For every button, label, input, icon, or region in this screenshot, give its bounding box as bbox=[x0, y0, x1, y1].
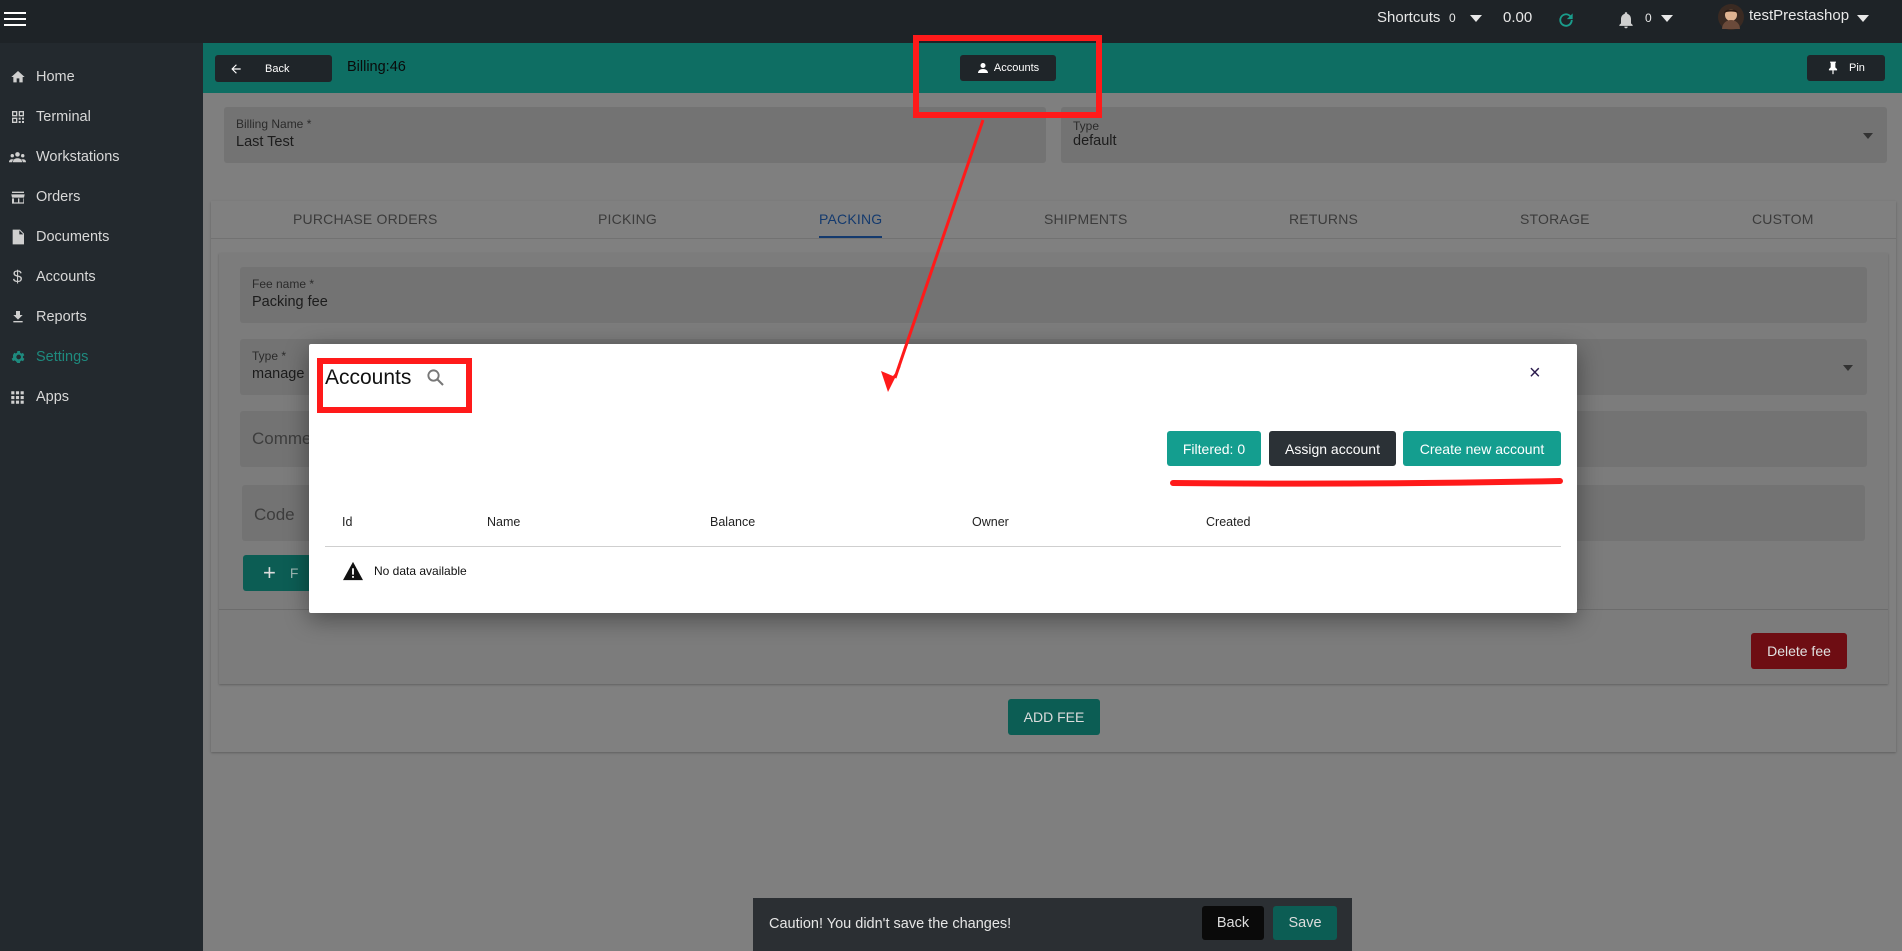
sidebar-item-label: Reports bbox=[36, 309, 87, 325]
shortcuts-label[interactable]: Shortcuts bbox=[1377, 0, 1440, 36]
create-account-button[interactable]: Create new account bbox=[1403, 431, 1561, 466]
gear-icon bbox=[9, 349, 26, 366]
pin-icon bbox=[1827, 61, 1839, 75]
tab-packing[interactable]: PACKING bbox=[819, 201, 883, 238]
pin-button[interactable]: Pin bbox=[1807, 55, 1885, 81]
chevron-down-icon[interactable] bbox=[1661, 0, 1673, 36]
delete-fee-button[interactable]: Delete fee bbox=[1751, 633, 1847, 669]
column-header-owner[interactable]: Owner bbox=[972, 515, 1009, 529]
annotation-box-modal-title bbox=[317, 358, 472, 413]
sidebar: Home Terminal Workstations Orders Docume… bbox=[0, 43, 203, 951]
column-header-balance[interactable]: Balance bbox=[710, 515, 755, 529]
dollar-icon: $ bbox=[12, 267, 23, 286]
column-header-name[interactable]: Name bbox=[487, 515, 520, 529]
warning-icon bbox=[342, 561, 364, 581]
tab-returns[interactable]: RETURNS bbox=[1289, 201, 1358, 238]
sidebar-item-orders[interactable]: Orders bbox=[0, 179, 203, 215]
plus-icon: + bbox=[263, 560, 276, 585]
caution-save-button[interactable]: Save bbox=[1273, 906, 1337, 940]
sidebar-item-label: Settings bbox=[36, 349, 89, 365]
sidebar-item-label: Apps bbox=[36, 389, 70, 405]
tab-purchase-orders[interactable]: PURCHASE ORDERS bbox=[293, 201, 438, 238]
sidebar-item-documents[interactable]: Documents bbox=[0, 219, 203, 255]
home-icon bbox=[9, 69, 26, 86]
avatar[interactable] bbox=[1717, 3, 1745, 31]
column-header-created[interactable]: Created bbox=[1206, 515, 1250, 529]
sidebar-item-label: Home bbox=[36, 69, 75, 85]
chevron-down-icon[interactable] bbox=[1857, 0, 1869, 36]
sidebar-item-label: Accounts bbox=[36, 269, 96, 285]
assign-account-button[interactable]: Assign account bbox=[1269, 431, 1396, 466]
balance-value: 0.00 bbox=[1503, 9, 1533, 26]
chevron-down-icon bbox=[1843, 365, 1853, 371]
chevron-down-icon bbox=[1863, 133, 1873, 139]
sidebar-item-label: Terminal bbox=[36, 109, 91, 125]
empty-state-text: No data available bbox=[374, 564, 467, 578]
arrow-left-icon bbox=[229, 62, 243, 76]
group-icon bbox=[9, 149, 26, 166]
sidebar-item-terminal[interactable]: Terminal bbox=[0, 99, 203, 135]
tab-custom[interactable]: CUSTOM bbox=[1752, 201, 1814, 238]
tab-picking[interactable]: PICKING bbox=[598, 201, 657, 238]
accounts-modal: Accounts × Filtered: 0 Assign account Cr… bbox=[309, 344, 1577, 613]
sidebar-item-reports[interactable]: Reports bbox=[0, 299, 203, 335]
sidebar-item-label: Workstations bbox=[36, 149, 120, 165]
add-code-button[interactable]: + F bbox=[243, 555, 313, 591]
menu-icon[interactable] bbox=[4, 8, 26, 30]
fee-name-field[interactable]: Fee name * Packing fee bbox=[240, 267, 1867, 323]
sidebar-item-label: Documents bbox=[36, 229, 110, 245]
chevron-down-icon[interactable] bbox=[1470, 0, 1482, 36]
page-title: Billing:46 bbox=[347, 59, 406, 75]
bell-icon[interactable] bbox=[1616, 8, 1636, 30]
tab-shipments[interactable]: SHIPMENTS bbox=[1044, 201, 1127, 238]
billing-type-select[interactable]: Type default bbox=[1061, 107, 1887, 163]
sidebar-item-apps[interactable]: Apps bbox=[0, 379, 203, 415]
filtered-button[interactable]: Filtered: 0 bbox=[1167, 431, 1261, 466]
store-icon bbox=[9, 189, 26, 206]
column-header-id[interactable]: Id bbox=[342, 515, 352, 529]
sidebar-item-accounts[interactable]: $ Accounts bbox=[0, 259, 203, 295]
tab-storage[interactable]: STORAGE bbox=[1520, 201, 1590, 238]
back-button[interactable]: Back bbox=[215, 55, 332, 82]
shortcuts-count: 0 bbox=[1449, 11, 1456, 25]
qr-code-icon bbox=[9, 109, 26, 126]
caution-back-button[interactable]: Back bbox=[1202, 906, 1264, 940]
tab-bar: PURCHASE ORDERS PICKING PACKING SHIPMENT… bbox=[211, 201, 1896, 239]
refresh-icon[interactable] bbox=[1556, 8, 1576, 28]
table-divider bbox=[325, 546, 1561, 547]
sidebar-item-home[interactable]: Home bbox=[0, 59, 203, 95]
document-icon bbox=[9, 229, 26, 246]
caution-message: Caution! You didn't save the changes! bbox=[769, 916, 1012, 932]
add-fee-button[interactable]: ADD FEE bbox=[1008, 699, 1100, 735]
annotation-box-accounts-button bbox=[913, 35, 1102, 118]
username[interactable]: testPrestashop bbox=[1749, 0, 1849, 34]
download-icon bbox=[9, 309, 26, 326]
notifications-count: 0 bbox=[1645, 11, 1652, 25]
unsaved-changes-bar: Caution! You didn't save the changes! Ba… bbox=[753, 898, 1352, 951]
close-icon[interactable]: × bbox=[1529, 362, 1541, 385]
apps-grid-icon bbox=[9, 389, 26, 406]
sidebar-item-workstations[interactable]: Workstations bbox=[0, 139, 203, 175]
sidebar-item-settings[interactable]: Settings bbox=[0, 339, 203, 375]
sidebar-item-label: Orders bbox=[36, 189, 81, 205]
